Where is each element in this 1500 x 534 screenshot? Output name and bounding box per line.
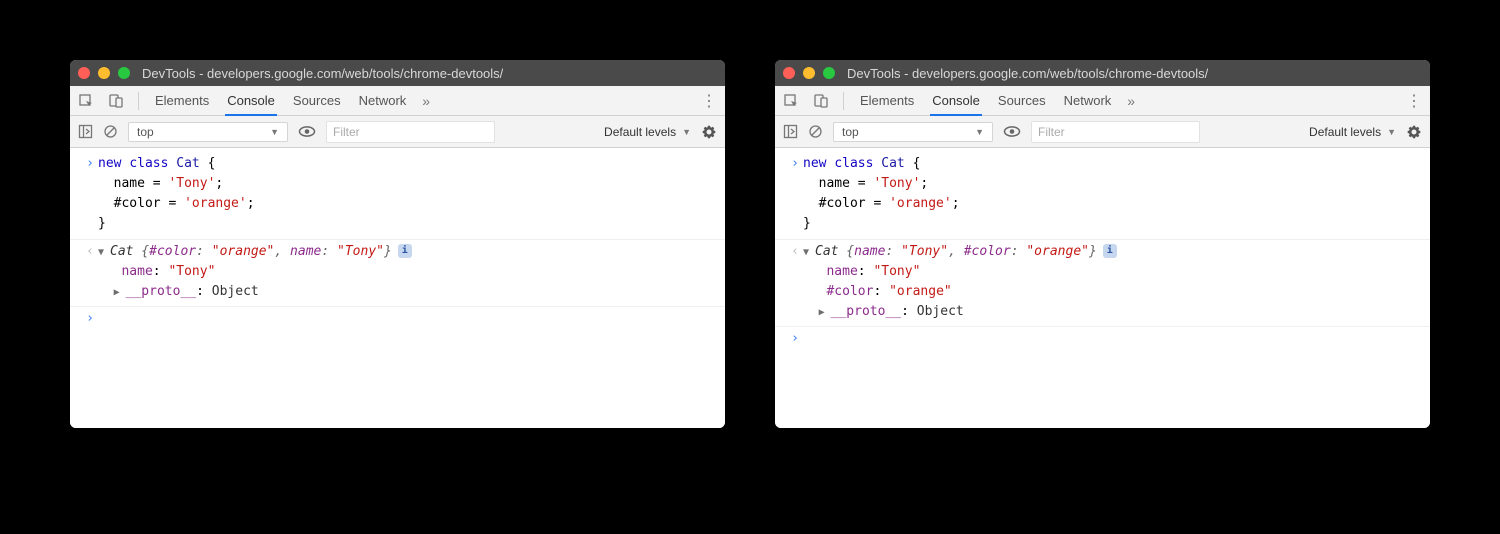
- object-output: Cat {#color: "orange", name: "Tony"}i na…: [98, 242, 412, 302]
- log-levels-selector[interactable]: Default levels ▼: [604, 125, 691, 139]
- console-toolbar: top ▼ Default levels ▼: [775, 116, 1430, 148]
- zoom-icon[interactable]: [823, 67, 835, 79]
- context-value: top: [137, 125, 154, 139]
- tab-console[interactable]: Console: [930, 87, 982, 116]
- console-output: › new class Cat { name = 'Tony'; #color …: [775, 148, 1430, 428]
- tab-network[interactable]: Network: [357, 86, 409, 115]
- close-icon[interactable]: [783, 67, 795, 79]
- console-output-row[interactable]: ‹ Cat {#color: "orange", name: "Tony"}i …: [70, 240, 725, 307]
- log-levels-selector[interactable]: Default levels ▼: [1309, 125, 1396, 139]
- code-input: new class Cat { name = 'Tony'; #color = …: [98, 154, 255, 235]
- object-output: Cat {name: "Tony", #color: "orange"}i na…: [803, 242, 1117, 323]
- filter-input[interactable]: [1031, 121, 1200, 143]
- close-icon[interactable]: [78, 67, 90, 79]
- input-prompt-icon: ›: [787, 329, 803, 349]
- chevron-down-icon: ▼: [270, 127, 279, 137]
- inspect-icon[interactable]: [783, 93, 799, 109]
- tab-sources[interactable]: Sources: [291, 86, 343, 115]
- tab-sources[interactable]: Sources: [996, 86, 1048, 115]
- kebab-menu-icon[interactable]: ⋮: [1406, 91, 1422, 111]
- overflow-tabs-icon[interactable]: »: [1127, 93, 1135, 109]
- live-expression-icon[interactable]: [1003, 125, 1021, 138]
- console-input-row[interactable]: › new class Cat { name = 'Tony'; #color …: [775, 152, 1430, 240]
- traffic-lights: [78, 67, 130, 79]
- live-expression-icon[interactable]: [298, 125, 316, 138]
- levels-label: Default levels: [604, 125, 676, 139]
- info-badge-icon[interactable]: i: [398, 244, 412, 258]
- clear-console-icon[interactable]: [808, 124, 823, 139]
- zoom-icon[interactable]: [118, 67, 130, 79]
- chevron-down-icon: ▼: [682, 127, 691, 137]
- window-title: DevTools - developers.google.com/web/too…: [847, 66, 1208, 81]
- console-prompt-row[interactable]: ›: [70, 307, 725, 333]
- chevron-down-icon: ▼: [1387, 127, 1396, 137]
- device-toggle-icon[interactable]: [108, 93, 124, 109]
- kebab-menu-icon[interactable]: ⋮: [701, 91, 717, 111]
- input-prompt-icon: ›: [82, 309, 98, 329]
- info-badge-icon[interactable]: i: [1103, 244, 1117, 258]
- inspect-icon[interactable]: [78, 93, 94, 109]
- minimize-icon[interactable]: [803, 67, 815, 79]
- chevron-down-icon: ▼: [975, 127, 984, 137]
- traffic-lights: [783, 67, 835, 79]
- context-value: top: [842, 125, 859, 139]
- disclosure-triangle-icon[interactable]: [98, 242, 110, 262]
- filter-input[interactable]: [326, 121, 495, 143]
- tab-label: Elements: [860, 93, 914, 108]
- disclosure-triangle-icon[interactable]: [803, 242, 815, 262]
- window-title: DevTools - developers.google.com/web/too…: [142, 66, 503, 81]
- levels-label: Default levels: [1309, 125, 1381, 139]
- console-toolbar: top ▼ Default levels ▼: [70, 116, 725, 148]
- titlebar[interactable]: DevTools - developers.google.com/web/too…: [70, 60, 725, 86]
- disclosure-triangle-icon[interactable]: [114, 282, 126, 302]
- console-prompt-row[interactable]: ›: [775, 327, 1430, 353]
- settings-gear-icon[interactable]: [1406, 124, 1422, 140]
- output-arrow-icon: ‹: [82, 242, 98, 302]
- titlebar[interactable]: DevTools - developers.google.com/web/too…: [775, 60, 1430, 86]
- context-selector[interactable]: top ▼: [833, 122, 993, 142]
- tabbar: Elements Console Sources Network » ⋮: [775, 86, 1430, 116]
- tab-console[interactable]: Console: [225, 87, 277, 116]
- tab-network[interactable]: Network: [1062, 86, 1114, 115]
- tab-label: Network: [1064, 93, 1112, 108]
- sidebar-toggle-icon[interactable]: [78, 124, 93, 139]
- console-output: › new class Cat { name = 'Tony'; #color …: [70, 148, 725, 428]
- tab-elements[interactable]: Elements: [153, 86, 211, 115]
- empty-prompt[interactable]: [98, 309, 106, 329]
- tab-label: Network: [359, 93, 407, 108]
- input-prompt-icon: ›: [787, 154, 803, 235]
- empty-prompt[interactable]: [803, 329, 811, 349]
- devtools-window-right: DevTools - developers.google.com/web/too…: [775, 60, 1430, 428]
- tab-label: Elements: [155, 93, 209, 108]
- sidebar-toggle-icon[interactable]: [783, 124, 798, 139]
- disclosure-triangle-icon[interactable]: [819, 302, 831, 322]
- console-output-row[interactable]: ‹ Cat {name: "Tony", #color: "orange"}i …: [775, 240, 1430, 328]
- input-prompt-icon: ›: [82, 154, 98, 235]
- tab-label: Console: [932, 93, 980, 108]
- overflow-tabs-icon[interactable]: »: [422, 93, 430, 109]
- settings-gear-icon[interactable]: [701, 124, 717, 140]
- device-toggle-icon[interactable]: [813, 93, 829, 109]
- tab-label: Sources: [293, 93, 341, 108]
- minimize-icon[interactable]: [98, 67, 110, 79]
- devtools-window-left: DevTools - developers.google.com/web/too…: [70, 60, 725, 428]
- tab-elements[interactable]: Elements: [858, 86, 916, 115]
- tabbar: Elements Console Sources Network » ⋮: [70, 86, 725, 116]
- console-input-row[interactable]: › new class Cat { name = 'Tony'; #color …: [70, 152, 725, 240]
- code-input: new class Cat { name = 'Tony'; #color = …: [803, 154, 960, 235]
- output-arrow-icon: ‹: [787, 242, 803, 323]
- tab-label: Sources: [998, 93, 1046, 108]
- clear-console-icon[interactable]: [103, 124, 118, 139]
- tab-label: Console: [227, 93, 275, 108]
- context-selector[interactable]: top ▼: [128, 122, 288, 142]
